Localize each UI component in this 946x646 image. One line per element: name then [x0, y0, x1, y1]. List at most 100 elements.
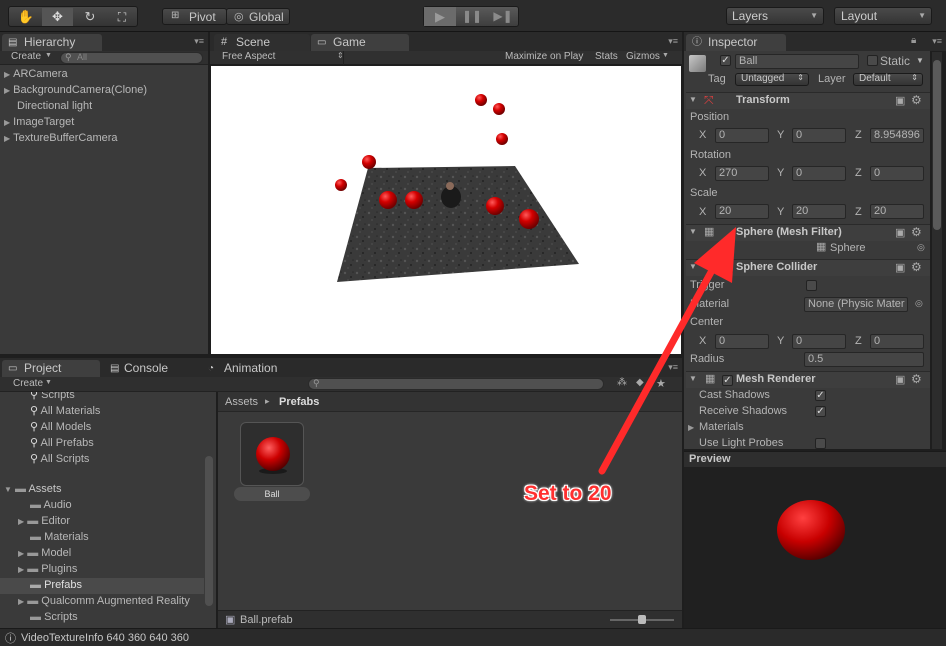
hierarchy-create-button[interactable]: Create — [11, 51, 41, 62]
layers-dropdown[interactable]: Layers ▼ — [726, 7, 824, 25]
tree-expand-icon[interactable]: ▶ — [4, 134, 10, 143]
help-book-icon[interactable]: ▣ — [895, 373, 905, 386]
chevron-down-icon[interactable]: ▼ — [916, 56, 924, 65]
panel-menu-icon[interactable]: ▾≡ — [932, 36, 942, 47]
hand-tool-icon[interactable]: ✋ — [11, 8, 41, 26]
global-toggle[interactable]: ◎ Global — [226, 8, 290, 25]
tree-expand-icon[interactable]: ▶ — [4, 118, 10, 127]
tab-hierarchy[interactable]: ▤ Hierarchy — [2, 34, 102, 51]
pause-button[interactable]: ❚❚ — [457, 7, 487, 26]
folder-item[interactable]: ▶ ▬ Plugins — [18, 563, 77, 575]
light-probes-checkbox[interactable] — [815, 438, 826, 449]
rotation-x-field[interactable]: 270 — [715, 166, 769, 181]
folder-item[interactable]: ▬ Scripts — [30, 611, 78, 623]
status-text[interactable]: VideoTextureInfo 640 360 640 360 — [21, 632, 189, 644]
cast-shadows-checkbox[interactable]: ✓ — [815, 390, 826, 401]
hierarchy-search-input[interactable]: ⚲ All — [60, 52, 203, 64]
aspect-dropdown[interactable]: Free Aspect ⇕ — [210, 51, 344, 65]
hierarchy-item[interactable]: ▶ BackgroundCamera(Clone) — [4, 84, 147, 96]
tab-animation[interactable]: ◔ Animation — [202, 360, 300, 377]
move-tool-icon[interactable]: ✥ — [42, 8, 73, 26]
folder-item[interactable]: ▶ ▬ Model — [18, 547, 71, 559]
breadcrumb-assets[interactable]: Assets — [225, 396, 258, 408]
rotate-tool-icon[interactable]: ↻ — [75, 8, 105, 26]
position-y-field[interactable]: 0 — [792, 128, 846, 143]
hierarchy-item[interactable]: ▶ ARCamera — [4, 68, 68, 80]
layout-dropdown[interactable]: Layout ▼ — [834, 7, 932, 25]
inspector-scrollbar[interactable] — [932, 52, 942, 449]
folder-item-selected[interactable]: ▬ Prefabs — [30, 579, 82, 591]
pivot-toggle[interactable]: ⊞ Pivot — [162, 8, 227, 25]
favorite-item[interactable]: ⚲ All Materials — [30, 404, 100, 417]
active-checkbox[interactable]: ✓ — [720, 55, 731, 66]
trigger-checkbox[interactable] — [806, 280, 817, 291]
tree-collapse-icon[interactable]: ▼ — [4, 485, 12, 494]
hierarchy-item[interactable]: Directional light — [17, 100, 92, 112]
gear-icon[interactable]: ⚙ — [911, 260, 922, 274]
tree-scrollbar[interactable] — [205, 456, 213, 606]
scale-z-field[interactable]: 20 — [870, 204, 924, 219]
folder-item[interactable]: ▶ ▬ Qualcomm Augmented Reality — [18, 595, 190, 607]
center-y-field[interactable]: 0 — [792, 334, 846, 349]
gear-icon[interactable]: ⚙ — [911, 93, 922, 107]
gizmos-toggle[interactable]: Gizmos — [626, 51, 660, 62]
scale-x-field[interactable]: 20 — [715, 204, 769, 219]
layer-dropdown[interactable]: Default ⇕ — [853, 73, 923, 86]
folder-item[interactable]: ▶ ▬ Editor — [18, 515, 70, 527]
tab-scene[interactable]: # Scene — [214, 34, 310, 51]
tab-project[interactable]: ▭ Project — [2, 360, 100, 377]
help-book-icon[interactable]: ▣ — [895, 226, 905, 239]
preview-area[interactable] — [684, 467, 946, 628]
panel-menu-icon[interactable]: ▾≡ — [194, 36, 204, 47]
lock-icon[interactable]: 🔒︎ — [911, 35, 916, 46]
project-create-button[interactable]: Create — [13, 378, 43, 389]
favorite-item[interactable]: ⚲ All Scripts — [30, 452, 89, 465]
static-checkbox[interactable] — [867, 55, 878, 66]
tab-console[interactable]: ▤ Console — [102, 360, 200, 377]
step-button[interactable]: ▶❚ — [488, 7, 518, 26]
asset-label[interactable]: Ball — [234, 487, 310, 501]
folder-item[interactable]: ▬ Materials — [30, 531, 89, 543]
maximize-on-play-toggle[interactable]: Maximize on Play — [505, 51, 583, 62]
scrollbar-thumb[interactable] — [933, 60, 941, 230]
folder-item[interactable]: ▬ Audio — [30, 499, 72, 511]
position-z-field[interactable]: 8.954896 — [870, 128, 924, 143]
receive-shadows-checkbox[interactable]: ✓ — [815, 406, 826, 417]
help-book-icon[interactable]: ▣ — [895, 94, 905, 107]
breadcrumb-prefabs[interactable]: Prefabs — [279, 396, 319, 408]
gear-icon[interactable]: ⚙ — [911, 225, 922, 239]
object-picker-icon[interactable]: ◎ — [917, 242, 925, 253]
hierarchy-item[interactable]: ▶ ImageTarget — [4, 116, 74, 128]
favorite-item[interactable]: ⚲ All Prefabs — [30, 436, 94, 449]
scale-tool-icon[interactable]: ⛶ — [107, 8, 137, 26]
favorite-item[interactable]: ⚲ Scripts — [30, 392, 75, 401]
mesh-value[interactable]: Sphere — [830, 242, 865, 254]
panel-menu-icon[interactable]: ▾≡ — [668, 36, 678, 47]
icon-size-slider[interactable] — [610, 615, 674, 624]
transform-header[interactable]: ▼ ⤧ Transform ▣ ⚙ — [686, 92, 930, 109]
position-x-field[interactable]: 0 — [715, 128, 769, 143]
center-z-field[interactable]: 0 — [870, 334, 924, 349]
tag-dropdown[interactable]: Untagged ⇕ — [735, 73, 809, 86]
rotation-y-field[interactable]: 0 — [792, 166, 846, 181]
tree-expand-icon[interactable]: ▶ — [4, 70, 10, 79]
stats-toggle[interactable]: Stats — [595, 51, 618, 62]
object-name-field[interactable]: Ball — [735, 54, 859, 69]
slider-thumb[interactable] — [638, 615, 646, 624]
object-picker-icon[interactable]: ◎ — [915, 298, 923, 309]
tab-game[interactable]: ▭ Game — [311, 34, 409, 51]
material-field[interactable]: None (Physic Mater — [804, 297, 908, 312]
asset-thumbnail[interactable] — [240, 422, 304, 486]
hierarchy-item[interactable]: ▶ TextureBufferCamera — [4, 132, 118, 144]
rotation-z-field[interactable]: 0 — [870, 166, 924, 181]
scale-y-field[interactable]: 20 — [792, 204, 846, 219]
assets-root[interactable]: ▼ ▬ Assets — [4, 483, 61, 495]
radius-field[interactable]: 0.5 — [804, 352, 924, 367]
play-button[interactable]: ▶ — [424, 7, 456, 26]
favorite-item[interactable]: ⚲ All Models — [30, 420, 91, 433]
help-book-icon[interactable]: ▣ — [895, 261, 905, 274]
gear-icon[interactable]: ⚙ — [911, 372, 922, 386]
project-search-input[interactable]: ⚲ — [308, 378, 604, 390]
tab-inspector[interactable]: ⓘ Inspector — [686, 34, 786, 51]
tree-expand-icon[interactable]: ▶ — [4, 86, 10, 95]
